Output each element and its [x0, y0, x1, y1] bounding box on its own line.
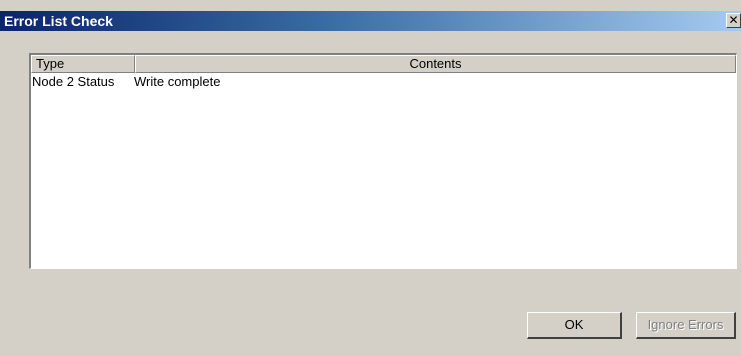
cell-type: Node 2 Status: [32, 74, 115, 89]
error-list[interactable]: Type Contents Node 2 Status Write comple…: [29, 53, 737, 269]
close-button[interactable]: ✕: [726, 13, 741, 28]
title-bar[interactable]: Error List Check ✕: [0, 11, 741, 31]
list-rows: Node 2 Status Write complete: [31, 74, 736, 90]
column-header-type[interactable]: Type: [31, 55, 135, 73]
ignore-errors-button[interactable]: Ignore Errors: [636, 312, 736, 339]
error-list-check-dialog: Error List Check ✕ Type Contents Node 2 …: [0, 0, 741, 356]
close-icon: ✕: [728, 13, 739, 27]
cell-contents: Write complete: [134, 74, 221, 89]
list-item[interactable]: Node 2 Status Write complete: [31, 74, 736, 90]
ok-button[interactable]: OK: [527, 312, 622, 339]
column-header-contents[interactable]: Contents: [135, 55, 736, 73]
window-title: Error List Check: [4, 13, 113, 29]
list-header: Type Contents: [31, 55, 736, 73]
